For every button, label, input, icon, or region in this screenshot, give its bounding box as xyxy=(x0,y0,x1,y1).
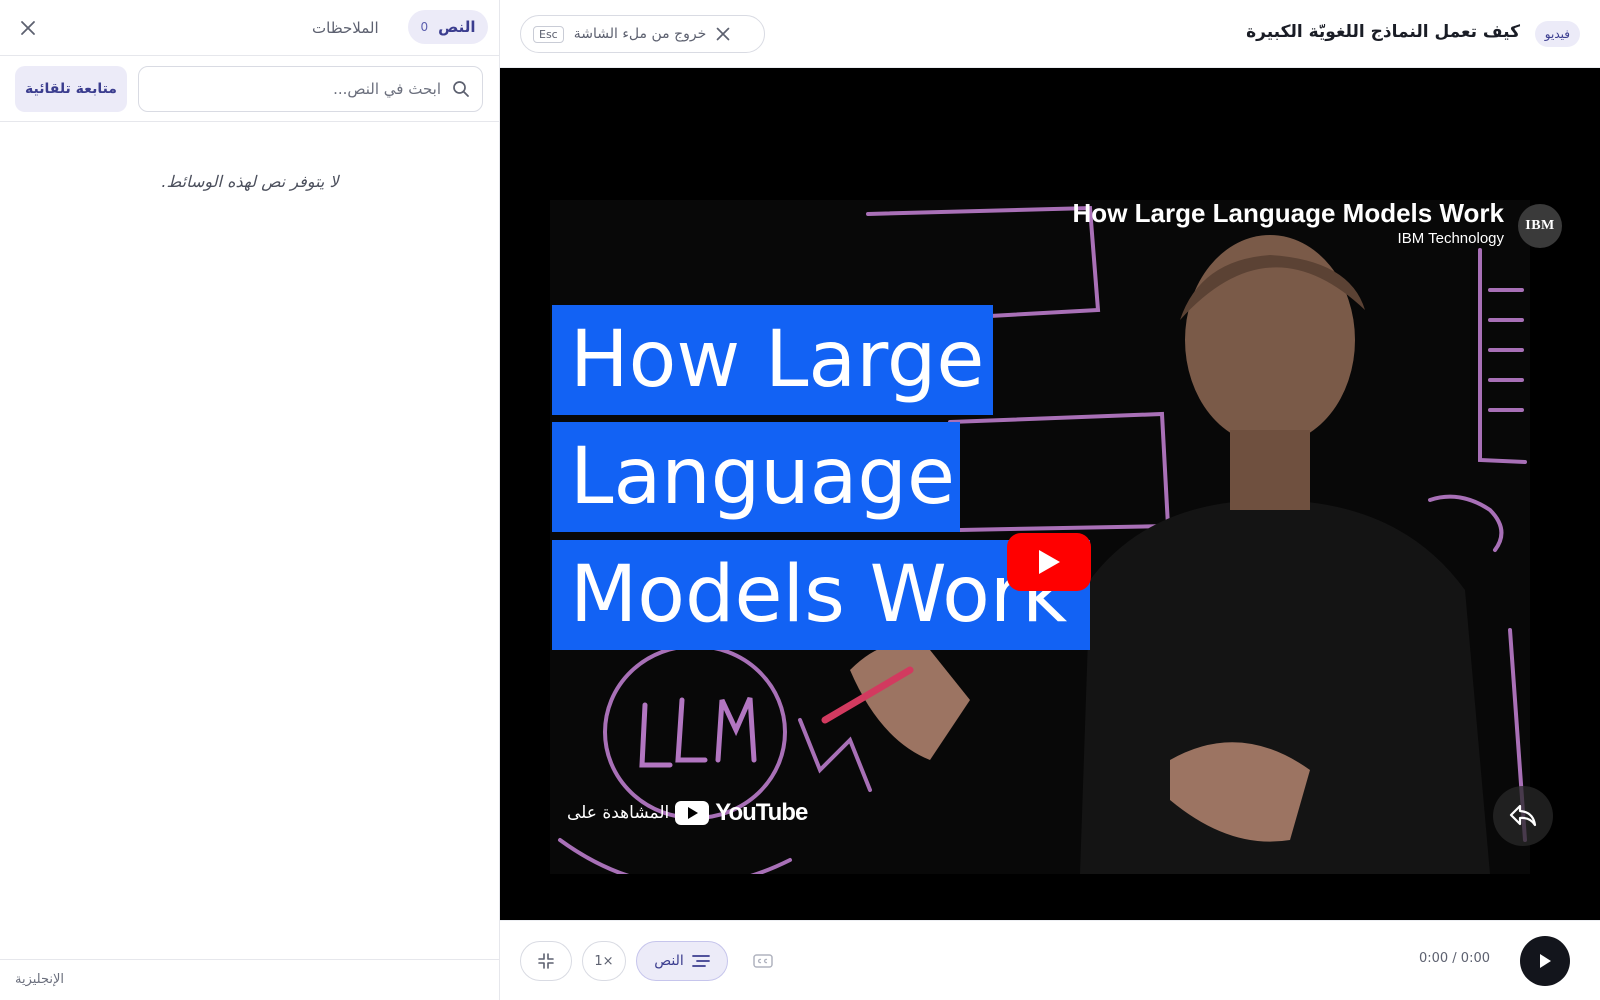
channel-avatar[interactable]: IBM xyxy=(1518,204,1562,248)
playback-speed-button[interactable]: 1× xyxy=(582,941,626,981)
close-panel-button[interactable] xyxy=(14,14,42,42)
transcript-toggle-button[interactable]: النص xyxy=(636,941,728,981)
exit-fullscreen-label: خروج من ملء الشاشة xyxy=(573,26,707,42)
auto-follow-button[interactable]: متابعة تلقائية xyxy=(15,66,127,112)
transcript-search-input[interactable] xyxy=(151,67,441,111)
video-player[interactable]: How Large Language Models Work How Large… xyxy=(500,68,1600,920)
play-icon xyxy=(1039,550,1060,574)
youtube-wordmark: YouTube xyxy=(715,799,808,826)
close-icon xyxy=(21,21,35,35)
search-icon xyxy=(453,81,469,97)
playback-time: 0:00 / 0:00 xyxy=(1418,951,1490,966)
share-icon xyxy=(1509,804,1537,827)
tab-transcript-label: النص xyxy=(438,18,476,36)
share-button[interactable] xyxy=(1493,786,1553,846)
youtube-logo-icon xyxy=(675,801,710,825)
watch-on-youtube-link[interactable]: المشاهدة على YouTube xyxy=(567,799,808,827)
youtube-channel-name[interactable]: IBM Technology xyxy=(1398,230,1504,247)
transcript-toggle-label: النص xyxy=(654,953,684,969)
tab-transcript-count: 0 xyxy=(420,20,429,34)
youtube-video-title[interactable]: How Large Language Models Work xyxy=(1073,198,1504,229)
play-button[interactable] xyxy=(1520,936,1570,986)
watch-on-label: المشاهدة على xyxy=(567,803,670,823)
panel-search-row: متابعة تلقائية xyxy=(0,56,500,122)
lines-icon xyxy=(691,955,710,967)
thumbnail-line-2: Language xyxy=(552,422,960,532)
empty-transcript-message: لا يتوفر نص لهذه الوسائط. xyxy=(161,172,339,191)
captions-button[interactable] xyxy=(738,941,788,981)
page-title: كيف تعمل النماذج اللغويّة الكبيرة xyxy=(1246,22,1520,42)
exit-fullscreen-button[interactable]: Esc خروج من ملء الشاشة xyxy=(520,15,765,53)
tab-notes[interactable]: الملاحظات xyxy=(312,14,379,42)
exit-fullscreen-control[interactable] xyxy=(520,941,572,981)
compress-icon xyxy=(538,953,554,969)
media-viewer: الملاحظات النص 0 متابعة تلقائية لا يتوفر… xyxy=(0,0,1600,1000)
transcript-panel: الملاحظات النص 0 متابعة تلقائية لا يتوفر… xyxy=(0,0,500,1000)
close-icon xyxy=(716,27,730,41)
thumbnail-line-1: How Large xyxy=(552,305,993,415)
transcript-search xyxy=(138,66,483,112)
tab-transcript[interactable]: النص 0 xyxy=(408,10,488,44)
play-icon xyxy=(1540,954,1551,968)
youtube-play-button[interactable] xyxy=(1007,533,1091,591)
player-controls: 1× النص 0:00 / 0:00 xyxy=(500,920,1600,1000)
esc-key-hint: Esc xyxy=(533,25,564,43)
captions-icon xyxy=(753,954,773,968)
panel-header: الملاحظات النص 0 xyxy=(0,0,500,56)
panel-footer: الإنجليزية xyxy=(0,959,500,1000)
language-selector[interactable]: الإنجليزية xyxy=(15,972,64,987)
media-type-badge: فيديو xyxy=(1534,21,1580,47)
top-bar: Esc خروج من ملء الشاشة كيف تعمل النماذج … xyxy=(500,0,1600,68)
